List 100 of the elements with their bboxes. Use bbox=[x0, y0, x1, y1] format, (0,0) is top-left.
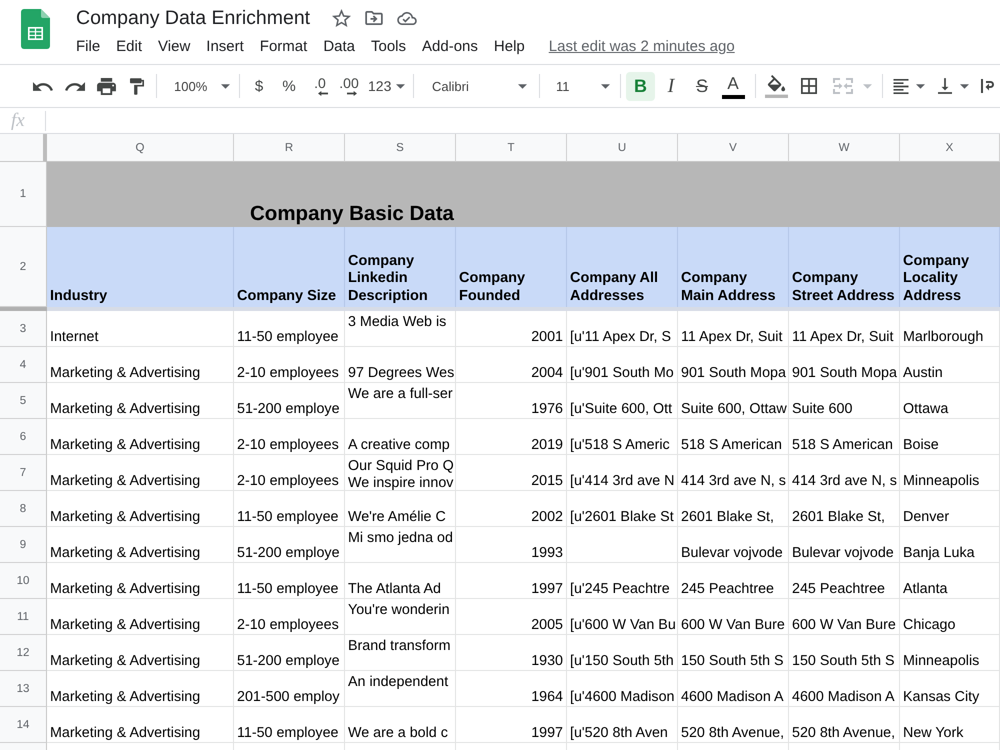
table-cell: Our Squid Pro Q We inspire innov bbox=[345, 455, 456, 491]
row-header[interactable]: 10 bbox=[0, 563, 47, 599]
table-cell: 2019 bbox=[456, 419, 567, 455]
strikethrough-button[interactable]: S bbox=[688, 72, 716, 100]
table-cell: 4600 Madison A bbox=[789, 671, 900, 707]
zoom-select[interactable]: 100% bbox=[166, 72, 233, 100]
table-cell: [u'Suite 600, Ott bbox=[567, 383, 678, 419]
table-cell: Brand transform bbox=[345, 635, 456, 671]
table-cell: An independent bbox=[345, 671, 456, 707]
table-cell: Marketing & Advertising bbox=[47, 347, 234, 383]
increase-decimals-button[interactable]: .00 bbox=[338, 71, 360, 101]
percent-format-button[interactable]: % bbox=[279, 72, 299, 100]
menu-item[interactable]: Help bbox=[486, 36, 533, 58]
column-title-cell: Company Street Address bbox=[789, 227, 900, 307]
column-title-cell: Company All Addresses bbox=[567, 227, 678, 307]
table-cell: Marketing & Advertising bbox=[47, 635, 234, 671]
menu-item[interactable]: View bbox=[150, 36, 198, 58]
table-cell: Chicago bbox=[900, 599, 1000, 635]
row-header[interactable]: 1 bbox=[0, 162, 47, 227]
table-cell: Austin bbox=[900, 347, 1000, 383]
table-cell: 150 South 5th S bbox=[789, 635, 900, 671]
table-cell: A creative comp bbox=[345, 419, 456, 455]
menu-item[interactable]: Data bbox=[315, 36, 363, 58]
menu-item[interactable]: File bbox=[68, 36, 108, 58]
table-cell: 150 South 5th S bbox=[678, 635, 789, 671]
table-cell: Suite 600, Ottaw bbox=[678, 383, 789, 419]
borders-icon[interactable] bbox=[801, 78, 817, 94]
menu-item[interactable]: Format bbox=[252, 36, 316, 58]
column-header[interactable]: Q bbox=[47, 134, 234, 162]
menu-item[interactable]: Tools bbox=[363, 36, 414, 58]
caret-icon bbox=[396, 84, 405, 88]
row-header[interactable]: 7 bbox=[0, 455, 47, 491]
paint-roller-icon[interactable] bbox=[130, 78, 144, 94]
text-wrap-icon[interactable] bbox=[981, 78, 995, 94]
spreadsheet-icon[interactable] bbox=[21, 9, 50, 49]
table-cell: 1976 bbox=[456, 383, 567, 419]
paint-bucket-icon[interactable] bbox=[765, 74, 788, 98]
font-select[interactable]: Calibri bbox=[422, 72, 533, 100]
align-left-icon[interactable] bbox=[893, 78, 909, 94]
table-cell: 2-10 employees bbox=[234, 455, 345, 491]
row-header[interactable]: 9 bbox=[0, 527, 47, 563]
menu-item[interactable]: Insert bbox=[198, 36, 252, 58]
column-header[interactable]: S bbox=[345, 134, 456, 162]
table-cell: [u'150 South 5th bbox=[567, 635, 678, 671]
menu-item[interactable]: Edit bbox=[108, 36, 150, 58]
row-header[interactable]: 13 bbox=[0, 671, 47, 707]
align-bottom-icon[interactable] bbox=[938, 78, 952, 94]
table-cell: 2015 bbox=[456, 455, 567, 491]
column-header[interactable]: W bbox=[789, 134, 900, 162]
row-header[interactable]: 6 bbox=[0, 419, 47, 455]
print-icon[interactable] bbox=[97, 78, 116, 94]
table-cell: Banja Luka bbox=[900, 527, 1000, 563]
number-format-select[interactable]: 123 bbox=[366, 72, 409, 100]
column-title-cell: Company Linkedin Description bbox=[345, 227, 456, 307]
redo-icon[interactable] bbox=[65, 82, 85, 90]
column-header[interactable]: U bbox=[567, 134, 678, 162]
bold-button[interactable]: B bbox=[626, 72, 655, 100]
folder-icon[interactable] bbox=[365, 11, 384, 25]
table-cell: 11-50 employee bbox=[234, 491, 345, 527]
table-cell: You're wonderin bbox=[345, 599, 456, 635]
font-size-select[interactable]: 11 bbox=[546, 72, 614, 100]
row-header[interactable]: 5 bbox=[0, 383, 47, 419]
row-header[interactable]: 8 bbox=[0, 491, 47, 527]
row-header[interactable]: 12 bbox=[0, 635, 47, 671]
table-cell: 2001 bbox=[456, 311, 567, 347]
decrease-decimals-button[interactable]: .0 bbox=[309, 71, 331, 101]
table-cell: 11 Apex Dr, Suit bbox=[678, 311, 789, 347]
table-cell: 4600 Madison A bbox=[678, 671, 789, 707]
table-cell: Ottawa bbox=[900, 383, 1000, 419]
last-edit-link[interactable]: Last edit was 2 minutes ago bbox=[548, 38, 735, 56]
star-icon[interactable] bbox=[332, 9, 352, 27]
row-header[interactable]: 14 bbox=[0, 707, 47, 743]
undo-icon[interactable] bbox=[33, 82, 53, 90]
currency-format-button[interactable]: $ bbox=[249, 72, 269, 100]
table-cell: Marlborough bbox=[900, 311, 1000, 347]
table-cell: [u'600 W Van Bu bbox=[567, 599, 678, 635]
row-header[interactable]: 11 bbox=[0, 599, 47, 635]
row-header[interactable]: 3 bbox=[0, 311, 47, 347]
row-header[interactable]: 4 bbox=[0, 347, 47, 383]
column-header[interactable]: X bbox=[900, 134, 1000, 162]
caret-icon[interactable] bbox=[916, 84, 925, 88]
table-cell: 2002 bbox=[456, 491, 567, 527]
caret-icon[interactable] bbox=[960, 84, 969, 88]
text-color-button[interactable]: A bbox=[719, 71, 747, 101]
table-cell: 2601 Blake St, bbox=[678, 491, 789, 527]
table-cell: The Atlanta Ad bbox=[345, 563, 456, 599]
italic-button[interactable]: I bbox=[657, 72, 685, 100]
column-header[interactable]: R bbox=[234, 134, 345, 162]
column-header[interactable]: V bbox=[678, 134, 789, 162]
table-cell: [u'11 Apex Dr, S bbox=[567, 311, 678, 347]
row-header[interactable]: 2 bbox=[0, 227, 47, 307]
document-title[interactable]: Company Data Enrichment bbox=[76, 6, 310, 30]
color-swatch-icon bbox=[722, 94, 744, 98]
column-header[interactable]: T bbox=[456, 134, 567, 162]
table-cell: [u'245 Peachtre bbox=[567, 563, 678, 599]
table-cell: Marketing & Advertising bbox=[47, 707, 234, 743]
menu-item[interactable]: Add-ons bbox=[414, 36, 486, 58]
cloud-check-icon[interactable] bbox=[397, 12, 418, 24]
table-cell: 2-10 employees bbox=[234, 599, 345, 635]
table-cell: [u'518 S Americ bbox=[567, 419, 678, 455]
